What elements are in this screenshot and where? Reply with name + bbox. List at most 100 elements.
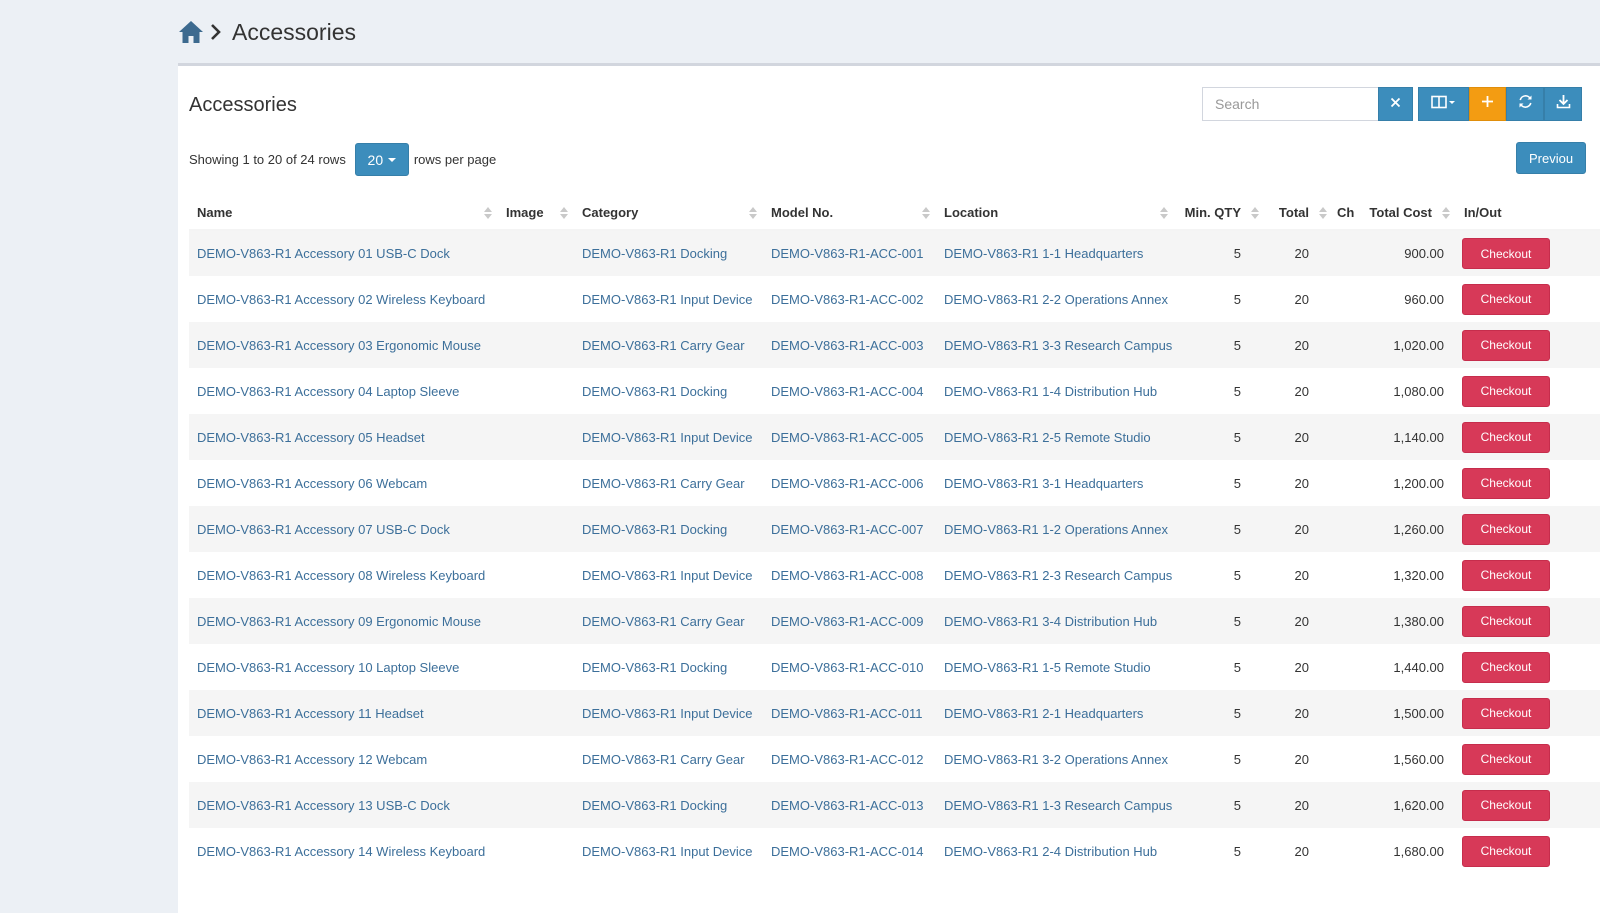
total-cost-cell: 960.00 bbox=[1404, 291, 1444, 307]
image-cell bbox=[498, 552, 574, 598]
category-link[interactable]: DEMO-V863-R1 Carry Gear bbox=[582, 338, 745, 353]
column-header-category[interactable]: Category bbox=[574, 196, 763, 231]
location-link[interactable]: DEMO-V863-R1 2-4 Distribution Hub bbox=[944, 844, 1157, 859]
total-cell: 20 bbox=[1294, 843, 1309, 859]
location-link[interactable]: DEMO-V863-R1 2-1 Headquarters bbox=[944, 706, 1143, 721]
checkout-button[interactable]: Checkout bbox=[1462, 283, 1550, 315]
table-actions bbox=[1418, 87, 1582, 121]
model-number-link[interactable]: DEMO-V863-R1-ACC-004 bbox=[771, 384, 923, 399]
export-button[interactable] bbox=[1544, 87, 1582, 121]
accessory-name-link[interactable]: DEMO-V863-R1 Accessory 09 Ergonomic Mous… bbox=[197, 614, 481, 629]
category-link[interactable]: DEMO-V863-R1 Input Device bbox=[582, 292, 753, 307]
model-number-link[interactable]: DEMO-V863-R1-ACC-011 bbox=[771, 706, 922, 721]
category-link[interactable]: DEMO-V863-R1 Input Device bbox=[582, 844, 753, 859]
checkout-button[interactable]: Checkout bbox=[1462, 651, 1550, 683]
min-qty-cell: 5 bbox=[1174, 230, 1265, 276]
close-icon bbox=[1390, 95, 1401, 113]
model-number-link[interactable]: DEMO-V863-R1-ACC-005 bbox=[771, 430, 923, 445]
location-link[interactable]: DEMO-V863-R1 3-3 Research Campus bbox=[944, 338, 1172, 353]
checkout-button[interactable]: Checkout bbox=[1462, 743, 1550, 775]
accessory-name-link[interactable]: DEMO-V863-R1 Accessory 08 Wireless Keybo… bbox=[197, 568, 485, 583]
accessory-name-link[interactable]: DEMO-V863-R1 Accessory 03 Ergonomic Mous… bbox=[197, 338, 481, 353]
search-input[interactable] bbox=[1202, 87, 1378, 121]
checkout-button[interactable]: Checkout bbox=[1462, 375, 1550, 407]
accessory-name-link[interactable]: DEMO-V863-R1 Accessory 02 Wireless Keybo… bbox=[197, 292, 485, 307]
accessory-name-link[interactable]: DEMO-V863-R1 Accessory 04 Laptop Sleeve bbox=[197, 384, 459, 399]
category-link[interactable]: DEMO-V863-R1 Carry Gear bbox=[582, 476, 745, 491]
category-link[interactable]: DEMO-V863-R1 Docking bbox=[582, 798, 727, 813]
location-link[interactable]: DEMO-V863-R1 2-2 Operations Annex bbox=[944, 292, 1168, 307]
location-link[interactable]: DEMO-V863-R1 3-1 Headquarters bbox=[944, 476, 1143, 491]
accessory-name-link[interactable]: DEMO-V863-R1 Accessory 07 USB-C Dock bbox=[197, 522, 450, 537]
page-size-dropdown[interactable]: 20 bbox=[354, 143, 409, 176]
min-qty-cell: 5 bbox=[1233, 383, 1241, 399]
accessory-name-link[interactable]: DEMO-V863-R1 Accessory 10 Laptop Sleeve bbox=[197, 660, 459, 675]
model-number-link[interactable]: DEMO-V863-R1-ACC-001 bbox=[771, 246, 923, 261]
location-link[interactable]: DEMO-V863-R1 3-2 Operations Annex bbox=[944, 752, 1168, 767]
category-link[interactable]: DEMO-V863-R1 Docking bbox=[582, 522, 727, 537]
category-link[interactable]: DEMO-V863-R1 Input Device bbox=[582, 706, 753, 721]
category-link[interactable]: DEMO-V863-R1 Carry Gear bbox=[582, 614, 745, 629]
accessory-name-link[interactable]: DEMO-V863-R1 Accessory 14 Wireless Keybo… bbox=[197, 844, 485, 859]
category-link[interactable]: DEMO-V863-R1 Input Device bbox=[582, 430, 753, 445]
sort-icon bbox=[560, 206, 568, 219]
home-icon[interactable] bbox=[178, 19, 204, 45]
location-link[interactable]: DEMO-V863-R1 1-1 Headquarters bbox=[944, 246, 1143, 261]
previous-page-button[interactable]: Previou bbox=[1516, 142, 1587, 174]
location-link[interactable]: DEMO-V863-R1 1-3 Research Campus bbox=[944, 798, 1172, 813]
columns-button[interactable] bbox=[1418, 87, 1469, 121]
accessory-name-link[interactable]: DEMO-V863-R1 Accessory 13 USB-C Dock bbox=[197, 798, 450, 813]
column-header-location[interactable]: Location bbox=[936, 196, 1174, 231]
accessory-name-link[interactable]: DEMO-V863-R1 Accessory 01 USB-C Dock bbox=[197, 246, 450, 261]
checkout-button[interactable]: Checkout bbox=[1462, 421, 1550, 453]
checkout-button[interactable]: Checkout bbox=[1462, 605, 1550, 637]
model-number-link[interactable]: DEMO-V863-R1-ACC-007 bbox=[771, 522, 923, 537]
checkout-button[interactable]: Checkout bbox=[1462, 513, 1550, 545]
location-link[interactable]: DEMO-V863-R1 3-4 Distribution Hub bbox=[944, 614, 1157, 629]
model-number-link[interactable]: DEMO-V863-R1-ACC-003 bbox=[771, 338, 923, 353]
refresh-button[interactable] bbox=[1506, 87, 1544, 121]
category-link[interactable]: DEMO-V863-R1 Carry Gear bbox=[582, 752, 745, 767]
location-link[interactable]: DEMO-V863-R1 1-2 Operations Annex bbox=[944, 522, 1168, 537]
min-qty-cell: 5 bbox=[1233, 843, 1241, 859]
column-header-model[interactable]: Model No. bbox=[763, 196, 936, 231]
accessory-name-link[interactable]: DEMO-V863-R1 Accessory 11 Headset bbox=[197, 706, 424, 721]
accessory-name-link[interactable]: DEMO-V863-R1 Accessory 05 Headset bbox=[197, 430, 425, 445]
checkout-button[interactable]: Checkout bbox=[1462, 835, 1550, 867]
model-number-link[interactable]: DEMO-V863-R1-ACC-014 bbox=[771, 844, 923, 859]
column-header-checked-out[interactable]: Ch bbox=[1333, 196, 1355, 231]
column-header-name[interactable]: Name bbox=[189, 196, 498, 231]
category-link[interactable]: DEMO-V863-R1 Docking bbox=[582, 384, 727, 399]
model-number-link[interactable]: DEMO-V863-R1-ACC-006 bbox=[771, 476, 923, 491]
model-number-link[interactable]: DEMO-V863-R1-ACC-008 bbox=[771, 568, 923, 583]
checkout-button[interactable]: Checkout bbox=[1462, 789, 1550, 821]
checkout-button[interactable]: Checkout bbox=[1462, 697, 1550, 729]
model-number-link[interactable]: DEMO-V863-R1-ACC-012 bbox=[771, 752, 923, 767]
checkout-button[interactable]: Checkout bbox=[1462, 467, 1550, 499]
location-link[interactable]: DEMO-V863-R1 2-5 Remote Studio bbox=[944, 430, 1151, 445]
category-link[interactable]: DEMO-V863-R1 Docking bbox=[582, 660, 727, 675]
column-header-image[interactable]: Image bbox=[498, 196, 574, 231]
model-number-link[interactable]: DEMO-V863-R1-ACC-010 bbox=[771, 660, 923, 675]
location-link[interactable]: DEMO-V863-R1 1-4 Distribution Hub bbox=[944, 384, 1157, 399]
column-header-total[interactable]: Total bbox=[1265, 196, 1333, 231]
checkout-button[interactable]: Checkout bbox=[1462, 238, 1550, 269]
total-cell: 20 bbox=[1265, 322, 1333, 368]
column-header-total-cost[interactable]: Total Cost bbox=[1355, 196, 1456, 231]
model-number-link[interactable]: DEMO-V863-R1-ACC-002 bbox=[771, 292, 923, 307]
checkout-button[interactable]: Checkout bbox=[1462, 329, 1550, 361]
accessory-name-link[interactable]: DEMO-V863-R1 Accessory 12 Webcam bbox=[197, 752, 427, 767]
category-link[interactable]: DEMO-V863-R1 Input Device bbox=[582, 568, 753, 583]
column-header-min-qty[interactable]: Min. QTY bbox=[1174, 196, 1265, 231]
add-accessory-button[interactable] bbox=[1469, 87, 1506, 121]
location-link[interactable]: DEMO-V863-R1 1-5 Remote Studio bbox=[944, 660, 1151, 675]
category-link[interactable]: DEMO-V863-R1 Docking bbox=[582, 246, 727, 261]
clear-search-button[interactable] bbox=[1378, 87, 1413, 121]
model-number-link[interactable]: DEMO-V863-R1-ACC-013 bbox=[771, 798, 923, 813]
table-row: DEMO-V863-R1 Accessory 13 USB-C Dock DEMO… bbox=[189, 782, 1600, 828]
min-qty-cell: 5 bbox=[1174, 598, 1265, 644]
accessory-name-link[interactable]: DEMO-V863-R1 Accessory 06 Webcam bbox=[197, 476, 427, 491]
location-link[interactable]: DEMO-V863-R1 2-3 Research Campus bbox=[944, 568, 1172, 583]
model-number-link[interactable]: DEMO-V863-R1-ACC-009 bbox=[771, 614, 923, 629]
checkout-button[interactable]: Checkout bbox=[1462, 559, 1550, 591]
